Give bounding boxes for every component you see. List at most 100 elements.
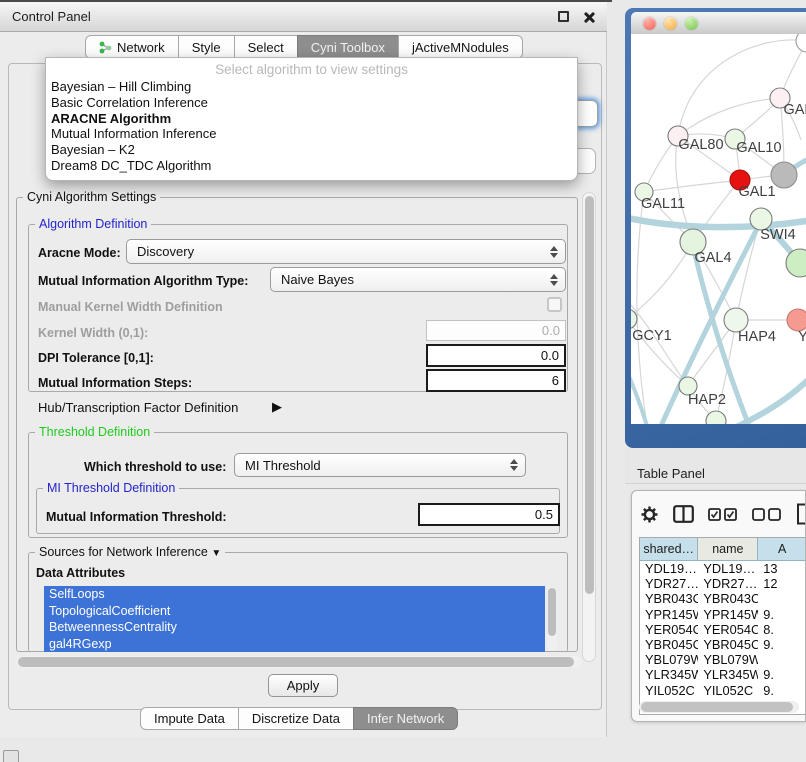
node-label-gal: GAL (783, 102, 806, 118)
gear-icon[interactable] (640, 505, 659, 524)
table-cell: YDL19… (698, 561, 758, 576)
tab-network[interactable]: Network (85, 35, 179, 59)
network-edge (644, 180, 740, 192)
table-cell: YIL052C (640, 683, 698, 698)
algorithm-dropdown-placeholder: Select algorithm to view settings (46, 60, 577, 79)
network-canvas[interactable]: GALGAL80GAL10GAL1GAL11SWI4GAL4GCY1HAP4YH… (631, 34, 806, 424)
table-row[interactable]: YBL079WYBL079W (640, 652, 806, 667)
table-row[interactable]: YBR045CYBR045C9. (640, 637, 806, 652)
function-builder-icon[interactable] (796, 503, 806, 525)
settings-vertical-scrollbar[interactable] (582, 192, 596, 662)
table-cell: YBR045C (698, 637, 758, 652)
table-horizontal-scrollbar[interactable] (639, 701, 799, 713)
manual-kernel-width-label: Manual Kernel Width Definition (38, 300, 223, 314)
table-cell: YBL079W (698, 652, 758, 667)
tab-cyni-toolbox[interactable]: Cyni Toolbox (297, 35, 399, 59)
table-row[interactable]: YIL052CYIL052C9. (640, 683, 806, 698)
attribute-item[interactable]: SelfLoops (44, 586, 545, 603)
kernel-width-value: 0.0 (542, 323, 560, 338)
attribute-item[interactable]: BetweennessCentrality (44, 619, 545, 636)
aracne-mode-combobox[interactable]: Discovery (126, 239, 566, 264)
mi-threshold-field[interactable]: 0.5 (418, 503, 560, 526)
split-columns-icon[interactable] (673, 505, 694, 523)
mac-minimize-button[interactable] (664, 17, 677, 30)
node-top-cut[interactable] (796, 34, 806, 52)
algorithm-option[interactable]: Bayesian – K2 (46, 142, 577, 158)
aracne-mode-label: Aracne Mode: (38, 246, 121, 260)
table-row[interactable]: YPR145WYPR145W9. (640, 607, 806, 622)
mi-algorithm-type-combobox[interactable]: Naive Bayes (270, 267, 566, 292)
hub-definition-label[interactable]: Hub/Transcription Factor Definition (38, 400, 238, 415)
table-cell: YPR145W (640, 607, 698, 622)
algorithm-option[interactable]: Mutual Information Inference (46, 126, 577, 142)
column-header-A[interactable]: A (758, 538, 806, 561)
tab-infer-network[interactable]: Infer Network (353, 707, 458, 730)
attribute-item[interactable]: TopologicalCoefficient (44, 603, 545, 620)
mi-steps-field[interactable]: 6 (426, 369, 566, 392)
table-cell: YDR27… (640, 576, 698, 591)
table-cell: YDL19… (640, 561, 698, 576)
table-row[interactable]: YBR043CYBR043C (640, 591, 806, 606)
algorithm-option[interactable]: ARACNE Algorithm (46, 111, 577, 127)
deselect-all-checkboxes-icon[interactable] (752, 508, 782, 521)
table-cell: YER054C (698, 622, 758, 637)
close-panel-icon[interactable] (583, 11, 595, 23)
table-row[interactable]: YDL19…YDL19…13 (640, 561, 806, 576)
network-edge (637, 192, 647, 424)
tab-impute-data[interactable]: Impute Data (140, 707, 239, 730)
sources-collapse-arrow-icon[interactable]: ▼ (211, 548, 221, 559)
select-all-checkboxes-icon[interactable] (708, 508, 738, 521)
mi-threshold-label: Mutual Information Threshold: (46, 510, 227, 524)
network-edge (678, 40, 806, 136)
table-cell: 9. (758, 683, 806, 698)
mi-algorithm-type-label: Mutual Information Algorithm Type: (38, 274, 248, 288)
tab-label: Network (117, 40, 165, 55)
dpi-tolerance-field[interactable]: 0.0 (426, 344, 566, 367)
kernel-width-field[interactable]: 0.0 (426, 320, 566, 341)
float-panel-icon[interactable] (558, 11, 569, 22)
settings-horizontal-scrollbar[interactable] (16, 656, 582, 668)
network-graph: GALGAL80GAL10GAL1GAL11SWI4GAL4GCY1HAP4YH… (631, 34, 806, 424)
which-threshold-combobox[interactable]: MI Threshold (234, 453, 526, 477)
hub-expand-arrow-icon[interactable]: ▶ (272, 399, 282, 415)
mi-algorithm-type-value: Naive Bayes (281, 272, 354, 287)
attribute-list-scrollbar[interactable] (547, 587, 557, 651)
table-row[interactable]: YLR345WYLR345W9. (640, 667, 806, 682)
column-header-name[interactable]: name (698, 538, 758, 561)
manual-kernel-width-checkbox[interactable] (547, 297, 562, 312)
network-edge (736, 219, 761, 320)
table-toolbar (640, 503, 806, 525)
mi-threshold-value: 0.5 (535, 507, 553, 522)
table-row[interactable]: YER054CYER054C8. (640, 622, 806, 637)
algorithm-option[interactable]: Dream8 DC_TDC Algorithm (46, 158, 577, 174)
table-cell: 9. (758, 607, 806, 622)
table-cell: 12 (758, 576, 806, 591)
node-salmon[interactable] (787, 309, 806, 331)
mac-close-button[interactable] (643, 17, 656, 30)
apply-button[interactable]: Apply (268, 674, 338, 697)
mac-zoom-button[interactable] (685, 17, 698, 30)
algorithm-option[interactable]: Basic Correlation Inference (46, 95, 577, 111)
algorithm-option[interactable]: Bayesian – Hill Climbing (46, 79, 577, 95)
tab-discretize-data[interactable]: Discretize Data (238, 707, 354, 730)
collapsed-panel-icon[interactable] (3, 750, 19, 762)
aracne-mode-value: Discovery (137, 244, 194, 259)
table-cell: YLR345W (698, 667, 758, 682)
table-row[interactable]: YDR27…YDR27…12 (640, 576, 806, 591)
table-cell: 8. (758, 622, 806, 637)
table-cell: 9. (758, 637, 806, 652)
tab-label: jActiveMNodules (412, 40, 509, 55)
network-edge-highlighted (631, 217, 806, 227)
tab-style[interactable]: Style (178, 35, 235, 59)
column-header-shared[interactable]: shared… (640, 538, 698, 561)
table-cell: YBR043C (698, 591, 758, 606)
network-edge (631, 242, 693, 319)
attribute-item[interactable]: gal4RGexp (44, 636, 545, 652)
tab-jactivemnodules[interactable]: jActiveMNodules (398, 35, 523, 59)
kernel-width-label: Kernel Width (0,1): (38, 326, 148, 340)
threshold-definition-title: Threshold Definition (35, 425, 154, 439)
network-tab-icon (99, 41, 112, 54)
control-panel-tabbar: Network StyleSelectCyni Toolbox jActiveMNo… (85, 35, 523, 59)
tab-select[interactable]: Select (234, 35, 298, 59)
node-label-gal1: GAL1 (738, 184, 775, 200)
